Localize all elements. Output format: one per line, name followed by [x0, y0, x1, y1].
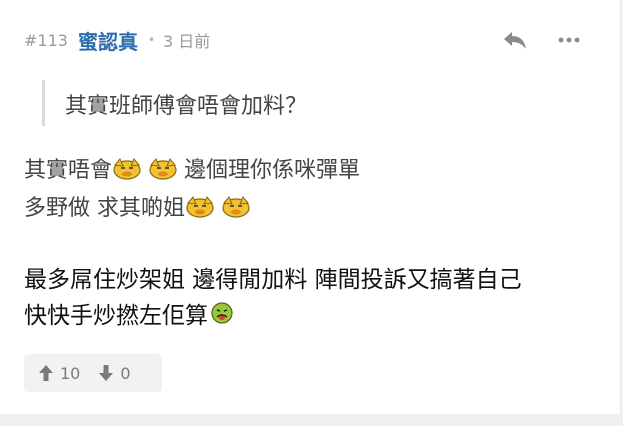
post-header: #113 蜜認真 • 3 日前: [24, 26, 210, 54]
quote-line-2: 多野做 求其啲姐: [24, 190, 251, 222]
quote-line-1: 其實唔會 邊個理你係咪彈單: [24, 152, 360, 184]
post-time: 3 日前: [163, 32, 211, 51]
quote-line-1-text: 其實唔會: [24, 158, 113, 183]
meta-separator: •: [147, 33, 156, 47]
dog-emoji-icon: [149, 158, 177, 180]
reply-icon: [504, 32, 526, 49]
body-line-1-text: 最多屌住炒架姐 邊得閒加料 陣間投訴又搞著自己: [24, 267, 522, 293]
more-dots-icon: [558, 37, 580, 43]
post-card: #113 蜜認真 • 3 日前 其實班師傅會唔會加料？ 其實唔會 邊個理你係咪彈…: [0, 0, 621, 414]
footer-divider: [0, 414, 623, 426]
body-line-2-text: 快快手炒撚左佢算: [24, 303, 208, 329]
quote-line-2-text: 多野做 求其啲姐: [24, 196, 185, 221]
username-link[interactable]: 蜜認真: [78, 26, 138, 55]
nested-quote-text: 其實班師傅會唔會加料？: [65, 94, 308, 119]
body-line-2: 快快手炒撚左佢算: [24, 296, 234, 330]
more-options-button[interactable]: [554, 26, 584, 54]
upvote-count: 10: [60, 363, 81, 383]
dog-emoji-icon: [113, 158, 141, 180]
arrow-up-icon: [39, 365, 53, 381]
quote-line-1-after: 邊個理你係咪彈單: [184, 158, 361, 183]
downvote-button[interactable]: 0: [98, 363, 131, 383]
downvote-count: 0: [120, 363, 131, 383]
quote-block: 其實班師傅會唔會加料？ 其實唔會 邊個理你係咪彈單 多野做 求其啲姐: [24, 80, 584, 228]
sick-face-emoji-icon: [211, 302, 233, 324]
reply-button[interactable]: [500, 26, 530, 54]
body-line-1: 最多屌住炒架姐 邊得閒加料 陣間投訴又搞著自己: [24, 260, 522, 294]
floor-number: #113: [24, 30, 68, 50]
nested-quote: 其實班師傅會唔會加料？: [42, 80, 565, 126]
dog-emoji-icon: [186, 196, 214, 218]
dog-emoji-icon: [222, 196, 250, 218]
arrow-down-icon: [99, 365, 114, 381]
vote-bar: 10 0: [24, 354, 162, 392]
upvote-button[interactable]: 10: [38, 364, 80, 383]
